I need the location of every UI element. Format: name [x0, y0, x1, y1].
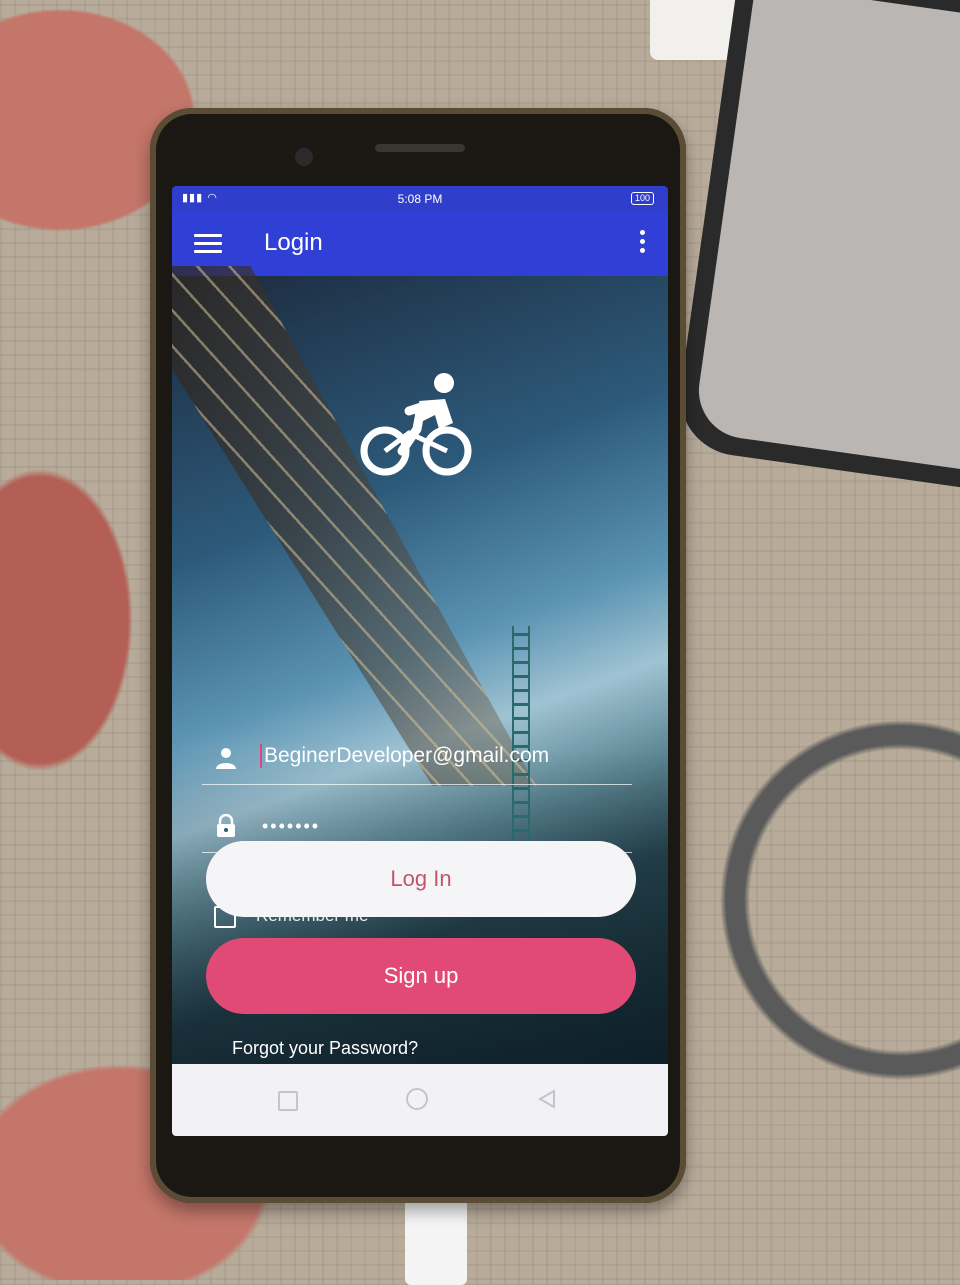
hamburger-menu-icon[interactable]: [194, 234, 222, 256]
password-input[interactable]: •••••••: [260, 816, 320, 837]
battery-icon: 100: [630, 192, 654, 205]
email-field[interactable]: BeginerDeveloper@gmail.com: [202, 726, 632, 785]
earpiece: [375, 144, 465, 152]
recent-apps-icon[interactable]: [278, 1091, 298, 1111]
email-input[interactable]: BeginerDeveloper@gmail.com: [260, 744, 549, 768]
lock-icon: [217, 814, 235, 837]
page-title: Login: [264, 229, 323, 256]
system-nav-bar: [172, 1064, 668, 1136]
laptop-background: [672, 0, 960, 489]
phone-device: ▮▮▮ ◠ 5:08 PM 100 Login BeginerDeveloper…: [150, 108, 686, 1203]
login-button[interactable]: Log In: [206, 841, 636, 917]
status-time: 5:08 PM: [397, 192, 443, 206]
front-camera: [295, 148, 313, 166]
phone-screen: ▮▮▮ ◠ 5:08 PM 100 Login BeginerDeveloper…: [172, 186, 668, 1136]
bicycle-rider-icon: [360, 373, 472, 476]
user-icon: [216, 748, 236, 769]
status-bar: ▮▮▮ ◠ 5:08 PM 100: [172, 186, 668, 212]
home-icon[interactable]: [406, 1088, 428, 1110]
forgot-password-link[interactable]: Forgot your Password?: [232, 1038, 418, 1059]
back-icon[interactable]: [536, 1088, 558, 1110]
usb-cable: [405, 1195, 467, 1285]
signup-button[interactable]: Sign up: [206, 938, 636, 1014]
more-options-icon[interactable]: [634, 230, 650, 258]
bridge-illustration: [172, 266, 536, 786]
